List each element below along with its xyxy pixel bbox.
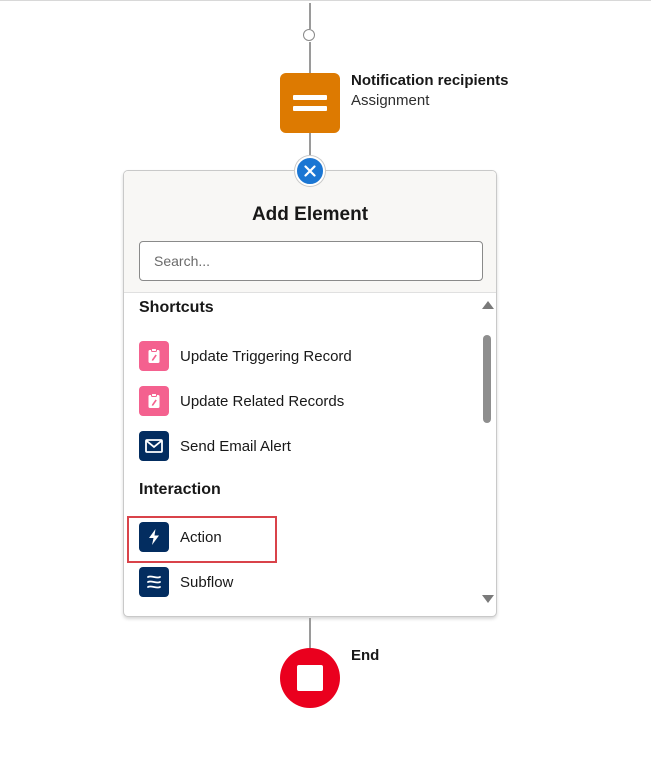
flow-connector [309,3,311,29]
subflow-icon [139,567,169,597]
panel-scrollbar[interactable] [480,299,494,605]
panel-header: Add Element [124,171,496,293]
menu-item-update-triggering-record[interactable]: Update Triggering Record [137,339,467,373]
scroll-down-arrow-icon[interactable] [482,595,494,603]
menu-item-subflow[interactable]: Subflow [137,565,467,599]
menu-item-label: Send Email Alert [180,437,291,455]
clipboard-edit-icon [139,341,169,371]
flow-connector [309,618,311,648]
stop-icon [297,665,323,691]
scroll-thumb[interactable] [483,335,491,423]
flow-connector [309,42,311,73]
lightning-icon [139,522,169,552]
section-header-shortcuts: Shortcuts [139,299,214,316]
end-node[interactable] [280,648,340,708]
close-icon [304,165,316,177]
assignment-node-title: Notification recipients [351,72,509,89]
assignment-node[interactable] [280,73,340,133]
menu-item-send-email-alert[interactable]: Send Email Alert [137,429,467,463]
menu-item-label: Action [180,528,222,546]
connector-node[interactable] [303,29,315,41]
section-header-interaction: Interaction [139,481,221,498]
menu-item-label: Update Related Records [180,392,345,410]
end-node-label: End [351,647,380,664]
menu-item-update-related-records[interactable]: Update Related Records [137,384,467,418]
search-input[interactable] [139,241,483,281]
assignment-node-type: Assignment [351,92,430,109]
clipboard-edit-icon [139,386,169,416]
scroll-up-arrow-icon[interactable] [482,301,494,309]
canvas-top-divider [0,0,651,1]
assignment-icon [293,92,327,114]
flow-connector [309,133,311,155]
panel-title: Add Element [251,204,369,225]
add-element-panel: Add Element Shortcuts Update Triggering … [123,170,497,617]
menu-item-action[interactable]: Action [137,520,467,554]
close-add-element-button[interactable] [295,156,325,186]
email-icon [139,431,169,461]
menu-item-label: Subflow [180,573,234,591]
menu-item-label: Update Triggering Record [180,347,352,365]
